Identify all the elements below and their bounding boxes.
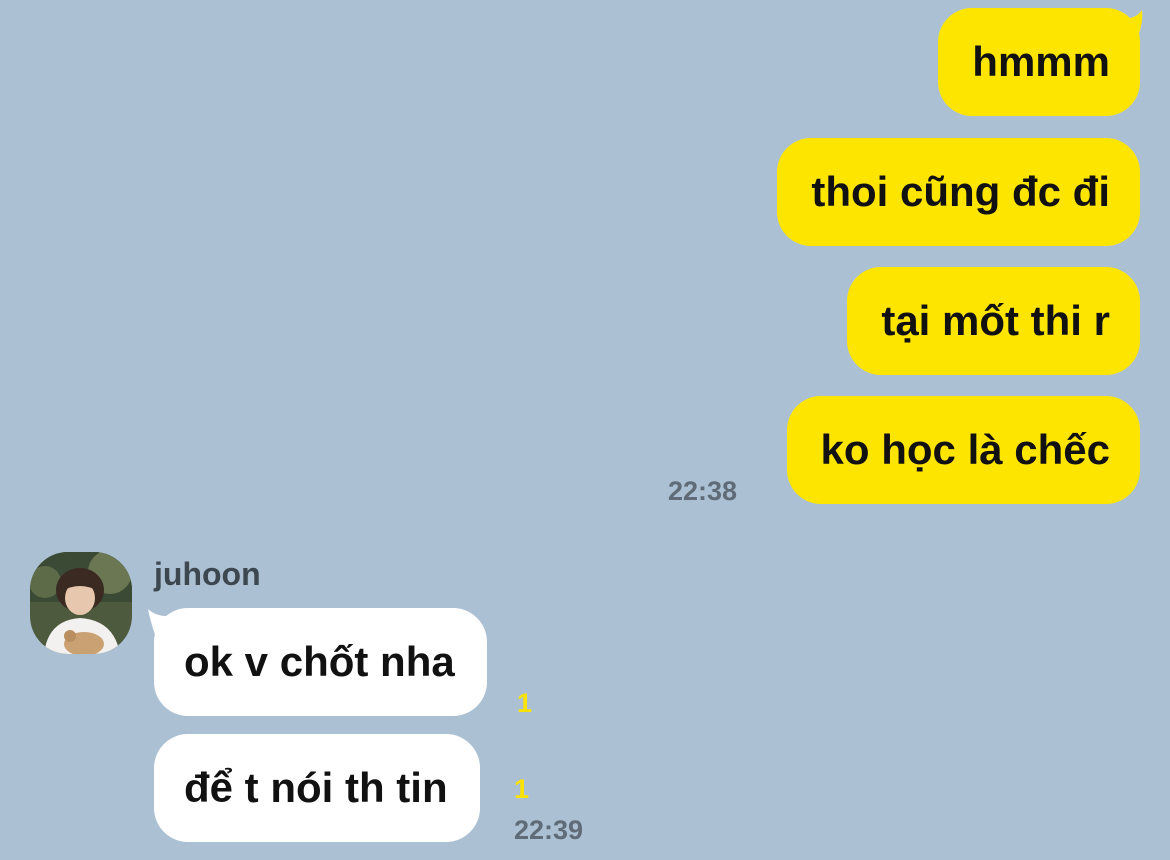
message-timestamp: 22:38 (668, 476, 738, 506)
sent-message-bubble[interactable]: ko học là chếc (786, 396, 1140, 504)
contact-avatar[interactable] (30, 552, 132, 654)
received-message-bubble[interactable]: ok v chốt nha (154, 608, 487, 716)
message-text: tại mốt thi r (881, 297, 1110, 344)
message-text: thoi cũng đc đi (811, 168, 1110, 215)
sent-message-bubble[interactable]: hmmm (938, 8, 1140, 116)
message-text: để t nói th tin (184, 764, 448, 811)
message-text: ok v chốt nha (184, 638, 455, 685)
avatar-photo-icon (30, 552, 132, 654)
message-text: hmmm (972, 38, 1110, 85)
contact-name: juhoon (154, 556, 261, 592)
sent-message-bubble[interactable]: tại mốt thi r (847, 267, 1140, 375)
chat-area[interactable]: hmmm thoi cũng đc đi tại mốt thi r ko họ… (0, 0, 1170, 860)
message-timestamp: 22:39 (514, 815, 584, 845)
unread-count-badge: 1 (514, 774, 530, 804)
received-message-bubble[interactable]: để t nói th tin (154, 734, 480, 842)
unread-count-badge: 1 (517, 688, 533, 718)
message-text: ko học là chếc (820, 426, 1110, 473)
sent-message-bubble[interactable]: thoi cũng đc đi (777, 138, 1140, 246)
